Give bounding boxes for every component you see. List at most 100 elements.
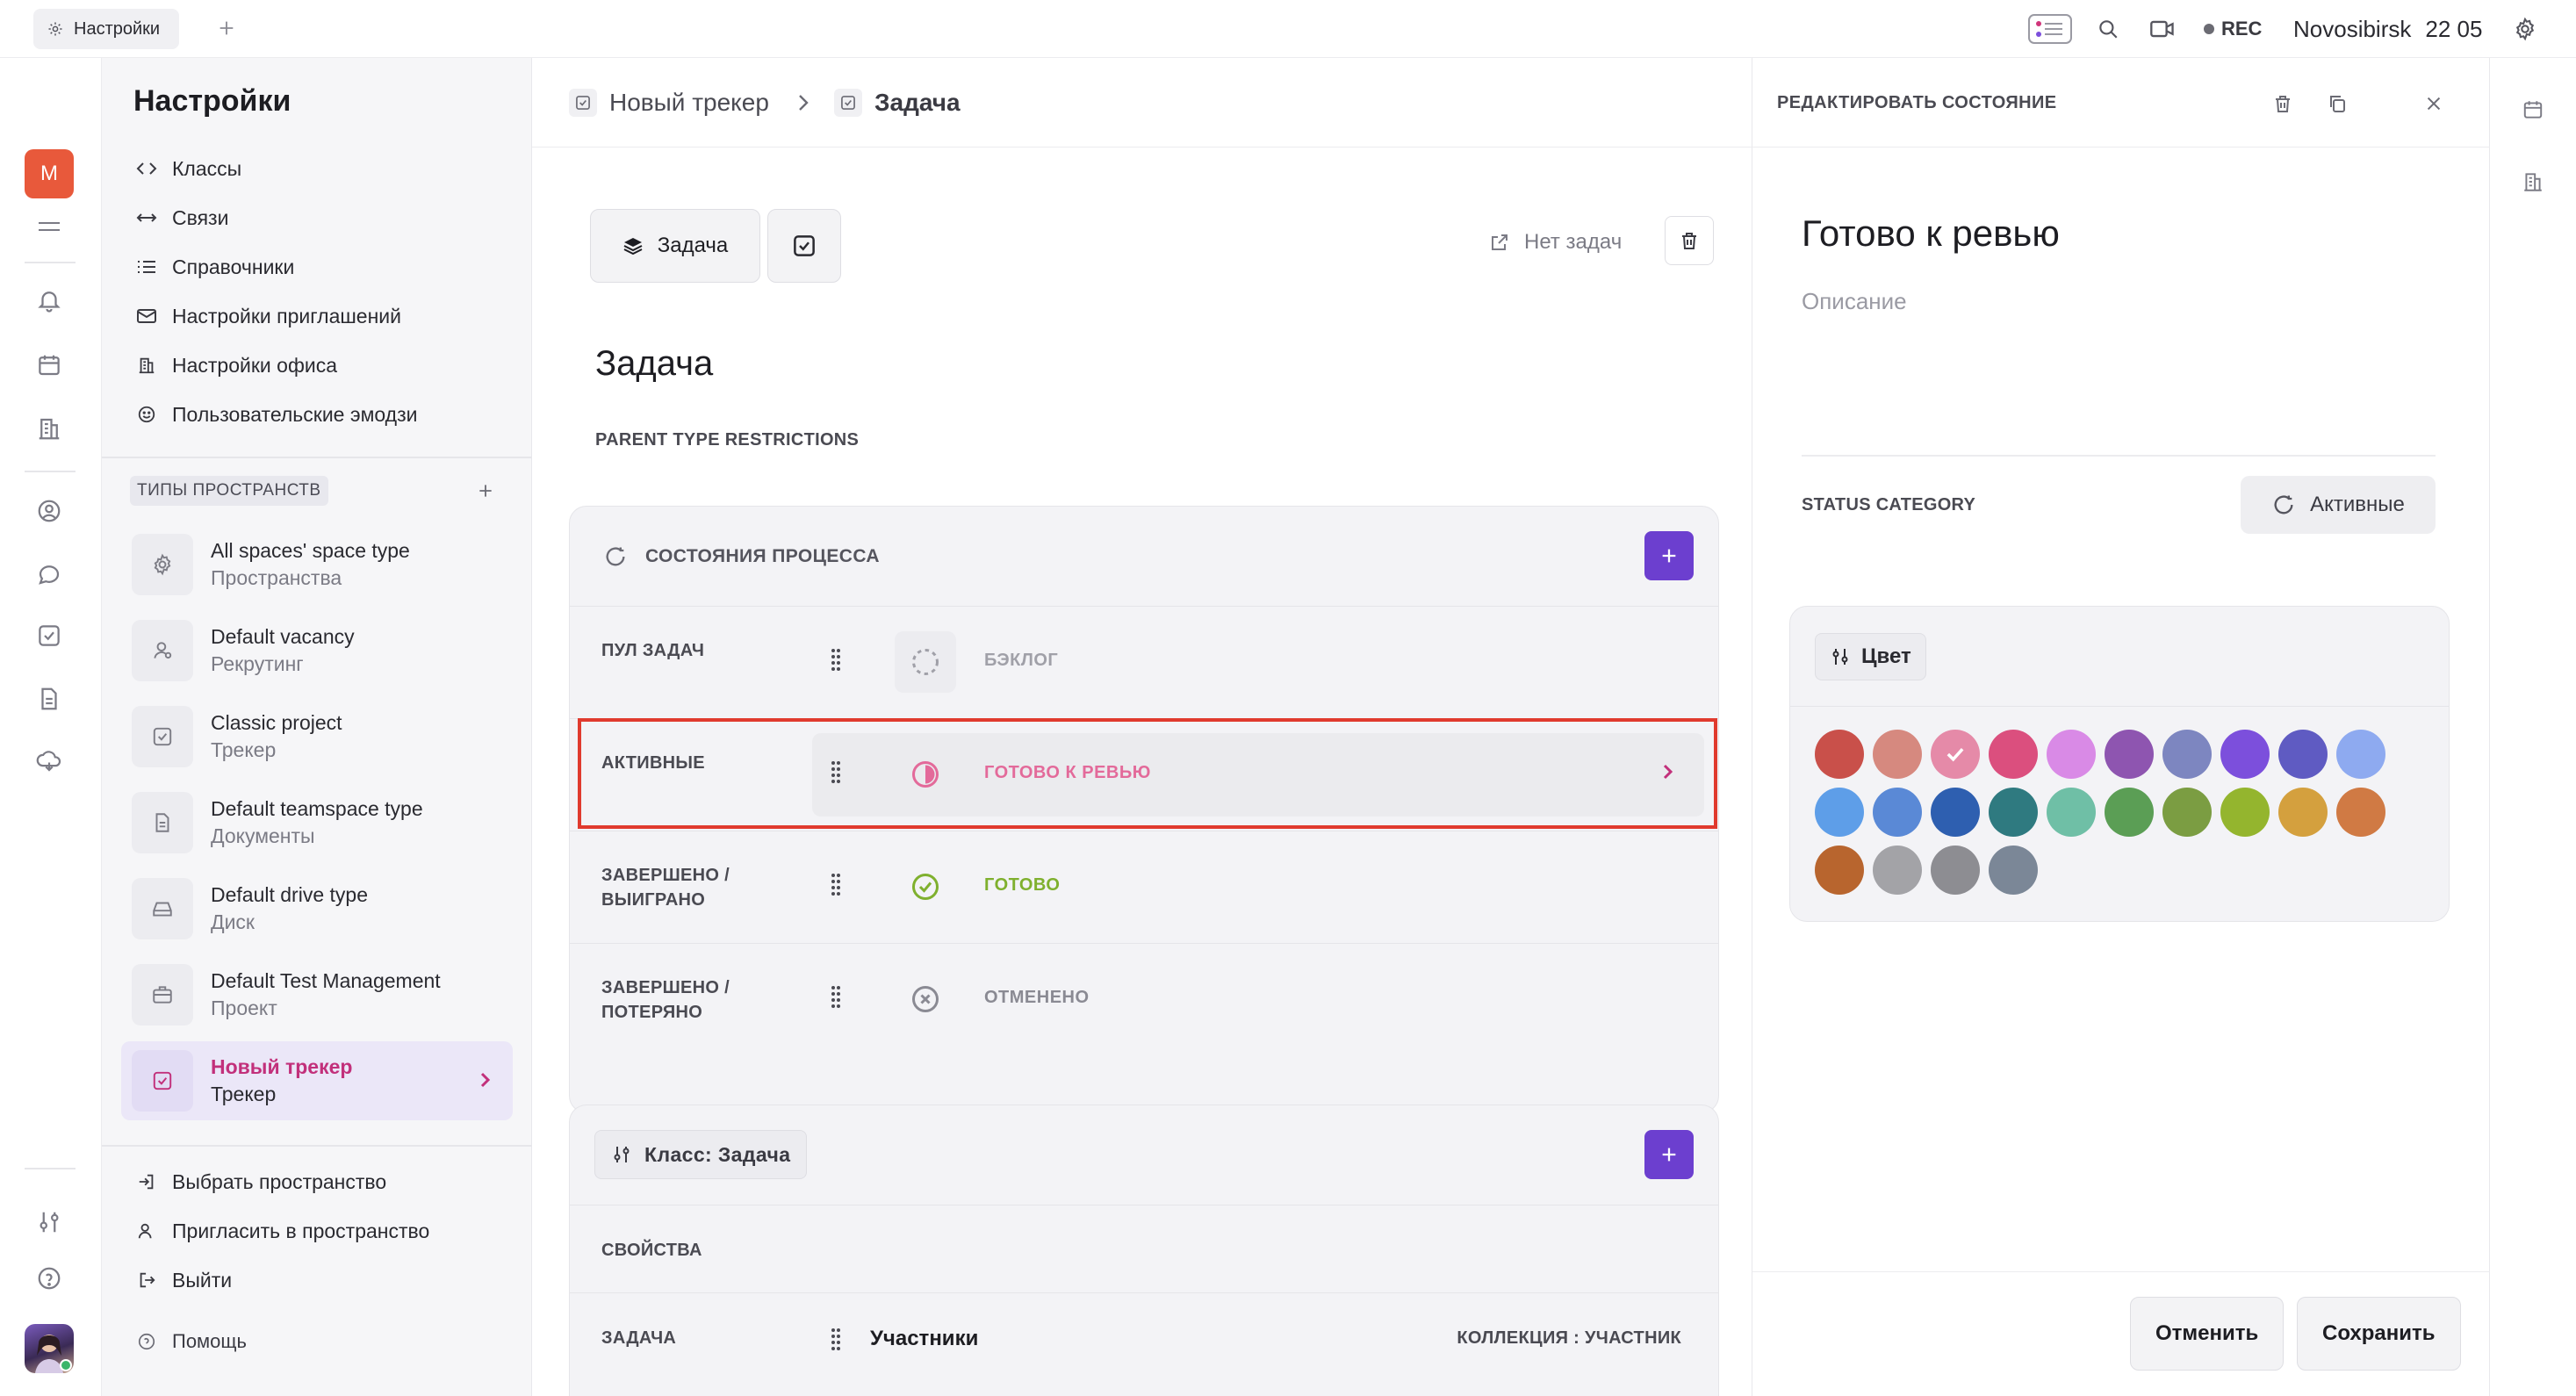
color-swatch[interactable]: [1989, 730, 2038, 779]
add-space-type-button[interactable]: [471, 476, 500, 506]
color-swatch[interactable]: [2105, 788, 2154, 837]
breadcrumb-task[interactable]: Задача: [834, 84, 961, 121]
color-swatch[interactable]: [2336, 730, 2385, 779]
cancel-button[interactable]: Отменить: [2130, 1297, 2285, 1371]
add-property-button[interactable]: [1644, 1130, 1694, 1179]
select-space-link[interactable]: Выбрать пространство: [133, 1164, 386, 1199]
task-class-button[interactable]: Задача: [590, 209, 760, 283]
color-swatch[interactable]: [2278, 730, 2328, 779]
state-row-backlog[interactable]: ПУЛ ЗАДАЧ БЭКЛОГ: [570, 607, 1718, 719]
rec-indicator[interactable]: REC: [2204, 14, 2262, 44]
bell-icon[interactable]: [32, 283, 67, 318]
color-swatch[interactable]: [2105, 730, 2154, 779]
location-label: Novosibirsk: [2293, 15, 2412, 42]
sidebar-item-office[interactable]: Настройки офиса: [133, 348, 337, 383]
states-header-label: СОСТОЯНИЯ ПРОЦЕССА: [645, 545, 880, 566]
workspace-avatar[interactable]: M: [25, 149, 74, 198]
user-avatar[interactable]: [25, 1324, 74, 1373]
add-state-button[interactable]: [1644, 531, 1694, 580]
notes-icon[interactable]: [2028, 14, 2072, 44]
color-swatch[interactable]: [1815, 730, 1864, 779]
drag-handle-icon[interactable]: [830, 647, 842, 673]
sidebar-item-label: Пользовательские эмодзи: [172, 402, 418, 426]
check-circle-icon: [895, 856, 956, 917]
color-swatch[interactable]: [2220, 788, 2270, 837]
help-link[interactable]: Помощь: [133, 1324, 247, 1359]
save-button[interactable]: Сохранить: [2297, 1297, 2461, 1371]
property-row[interactable]: ЗАДАЧА Участники КОЛЛЕКЦИЯ : УЧАСТНИК: [570, 1293, 1718, 1381]
logout-link[interactable]: Выйти: [133, 1263, 232, 1298]
state-name-field[interactable]: Готово к ревью: [1802, 212, 2060, 255]
color-swatch-selected[interactable]: [1931, 730, 1980, 779]
new-tab-button[interactable]: [211, 12, 242, 44]
copy-icon[interactable]: [2321, 88, 2353, 119]
x-circle-icon: [895, 968, 956, 1030]
space-type-item[interactable]: Default teamspace type Документы: [121, 783, 513, 862]
color-swatch[interactable]: [2162, 730, 2212, 779]
sidebar-item-relations[interactable]: Связи: [133, 200, 228, 235]
space-type-item-active[interactable]: Новый трекер Трекер: [121, 1041, 513, 1120]
color-swatch[interactable]: [2220, 730, 2270, 779]
color-swatch[interactable]: [1931, 846, 1980, 895]
space-type-item[interactable]: All spaces' space type Пространства: [121, 525, 513, 604]
trash-icon[interactable]: [2267, 88, 2299, 119]
drag-handle-icon[interactable]: [830, 984, 842, 1011]
space-type-item[interactable]: Classic project Трекер: [121, 697, 513, 776]
state-row-done[interactable]: ЗАВЕРШЕНО / ВЫИГРАНО ГОТОВО: [570, 831, 1718, 944]
color-swatch[interactable]: [1815, 788, 1864, 837]
search-icon[interactable]: [2097, 14, 2119, 44]
close-icon[interactable]: [2418, 88, 2450, 119]
parent-type-restrictions: PARENT TYPE RESTRICTIONS: [595, 430, 860, 450]
color-swatch[interactable]: [1989, 846, 2038, 895]
check-class-button[interactable]: [767, 209, 841, 283]
calendar-icon[interactable]: [32, 348, 67, 383]
sidebar-item-invites[interactable]: Настройки приглашений: [133, 299, 401, 334]
color-swatch[interactable]: [1873, 730, 1922, 779]
cloud-icon[interactable]: [32, 743, 67, 778]
contacts-icon[interactable]: [32, 493, 67, 529]
office-icon[interactable]: [2516, 165, 2550, 198]
tracker-icon[interactable]: [32, 618, 67, 653]
status-category-button[interactable]: Активные: [2241, 476, 2436, 534]
state-row-cancelled[interactable]: ЗАВЕРШЕНО / ПОТЕРЯНО ОТМЕНЕНО: [570, 944, 1718, 1056]
breadcrumb-tracker[interactable]: Новый трекер: [569, 84, 769, 121]
space-type-item[interactable]: Default vacancy Рекрутинг: [121, 611, 513, 690]
drag-handle-icon[interactable]: [830, 1327, 842, 1353]
drag-handle-icon[interactable]: [830, 872, 842, 898]
sidebar-item-emoji[interactable]: Пользовательские эмодзи: [133, 397, 418, 432]
color-swatch[interactable]: [2278, 788, 2328, 837]
color-swatch[interactable]: [2162, 788, 2212, 837]
calendar-icon[interactable]: [2516, 93, 2550, 126]
chat-icon[interactable]: [32, 557, 67, 592]
color-swatch[interactable]: [1815, 846, 1864, 895]
color-swatch[interactable]: [2047, 730, 2096, 779]
help-circle-icon[interactable]: [32, 1261, 67, 1296]
color-swatch[interactable]: [1873, 846, 1922, 895]
sidebar-item-references[interactable]: Справочники: [133, 249, 294, 284]
class-filter-button[interactable]: Класс: Задача: [594, 1130, 808, 1179]
invite-to-space-link[interactable]: Пригласить в пространство: [133, 1213, 429, 1248]
color-swatch[interactable]: [1873, 788, 1922, 837]
video-icon[interactable]: [2149, 14, 2176, 44]
delete-class-button[interactable]: [1665, 216, 1714, 265]
time-label: 22 05: [2425, 15, 2483, 42]
color-swatch[interactable]: [2047, 788, 2096, 837]
office-icon[interactable]: [32, 411, 67, 446]
sidebar-title: Настройки: [133, 84, 291, 118]
description-field[interactable]: Описание: [1802, 288, 1907, 315]
no-tasks-link[interactable]: Нет задач: [1489, 225, 1622, 260]
color-swatch[interactable]: [1989, 788, 2038, 837]
sidebar-item-classes[interactable]: Классы: [133, 151, 241, 186]
menu-icon[interactable]: [32, 209, 67, 244]
layers-icon: [622, 235, 644, 256]
settings-gear-icon[interactable]: [2513, 14, 2537, 44]
documents-icon[interactable]: [32, 681, 67, 716]
space-type-item[interactable]: Default Test Management Проект: [121, 955, 513, 1034]
space-name: Default drive type: [211, 883, 368, 906]
sliders-icon[interactable]: [32, 1205, 67, 1240]
color-button[interactable]: Цвет: [1815, 633, 1926, 680]
space-type-item[interactable]: Default drive type Диск: [121, 869, 513, 948]
tab-settings[interactable]: Настройки: [33, 9, 180, 49]
color-swatch[interactable]: [1931, 788, 1980, 837]
color-swatch[interactable]: [2336, 788, 2385, 837]
